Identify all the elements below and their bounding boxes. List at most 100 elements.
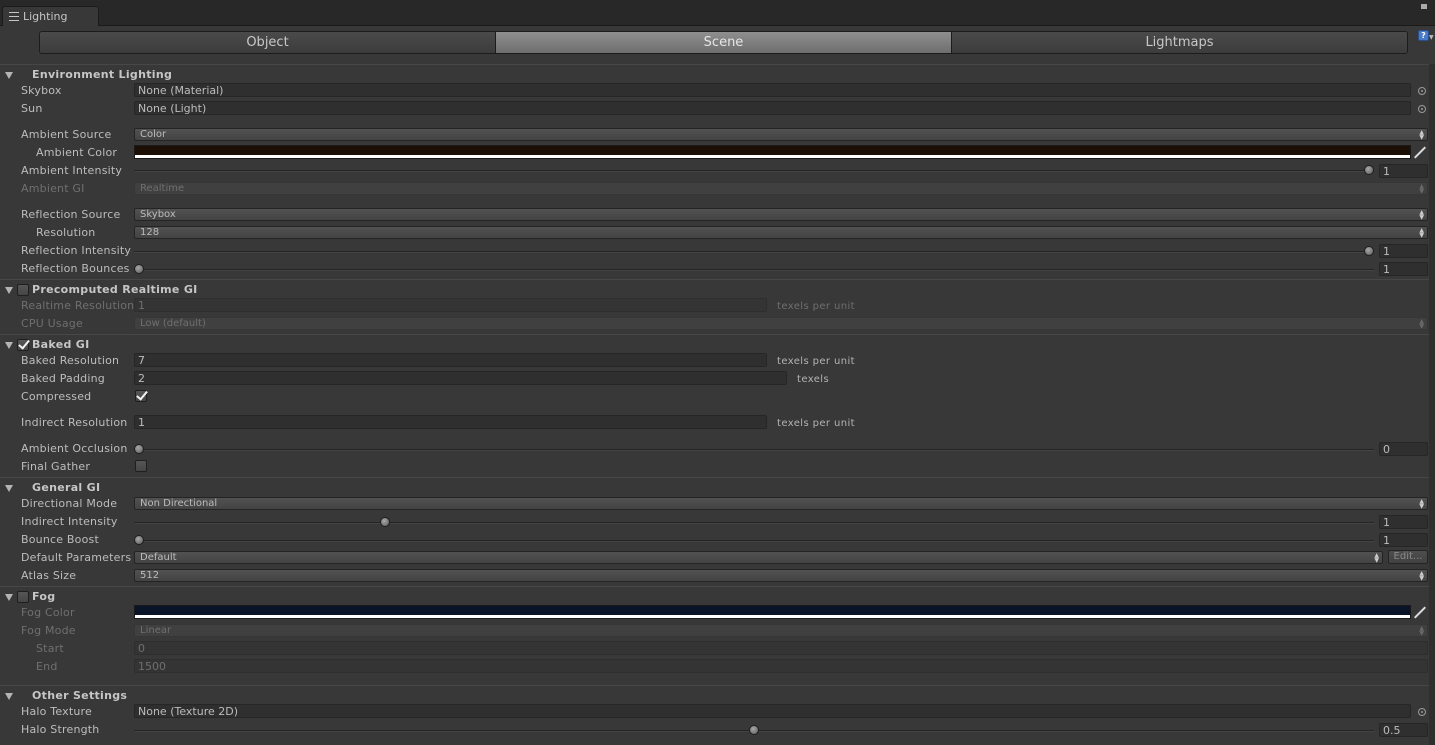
section-title: Precomputed Realtime GI <box>32 283 198 296</box>
baked-gi-toggle[interactable] <box>17 339 29 351</box>
object-picker-icon[interactable] <box>1418 105 1426 113</box>
indirect-resolution-input[interactable]: 1 <box>134 415 767 429</box>
bounce-boost-slider[interactable] <box>134 535 1374 545</box>
mode-toolbar: Object Scene Lightmaps <box>39 31 1408 54</box>
indirect-intensity-slider[interactable] <box>134 517 1374 527</box>
dropdown-arrow-icon: ▲ ▼ <box>1419 570 1424 582</box>
default-parameters-dropdown[interactable]: Default ▲ ▼ <box>134 551 1383 564</box>
default-parameters-label: Default Parameters <box>21 551 132 564</box>
reflection-source-dropdown[interactable]: Skybox ▲ ▼ <box>134 208 1428 221</box>
scrollbar[interactable] <box>1429 64 1435 745</box>
window-tab-lighting[interactable]: Lighting <box>2 6 99 26</box>
precomputed-gi-toggle[interactable] <box>17 284 29 296</box>
tab-lightmaps[interactable]: Lightmaps <box>952 32 1407 53</box>
object-picker-icon[interactable] <box>1418 708 1426 716</box>
section-precomputed-realtime-gi[interactable]: Precomputed Realtime GI <box>0 282 1435 298</box>
baked-padding-input[interactable]: 2 <box>134 371 787 385</box>
eyedropper-icon[interactable] <box>1413 145 1427 159</box>
divider <box>0 586 1435 587</box>
divider <box>0 477 1435 478</box>
ambient-intensity-slider[interactable] <box>134 165 1374 175</box>
reflection-bounces-slider[interactable] <box>134 264 1374 274</box>
halo-texture-field[interactable]: None (Texture 2D) <box>134 704 1411 718</box>
fog-toggle[interactable] <box>17 591 29 603</box>
slider-knob[interactable] <box>1364 246 1374 256</box>
ambient-occlusion-slider[interactable] <box>134 444 1374 454</box>
slider-knob[interactable] <box>134 535 144 545</box>
ambient-occlusion-label: Ambient Occlusion <box>21 442 128 455</box>
ambient-intensity-input[interactable]: 1 <box>1379 164 1428 178</box>
foldout-arrow-icon[interactable] <box>5 72 13 79</box>
bounce-boost-label: Bounce Boost <box>21 533 99 546</box>
section-environment-lighting[interactable]: Environment Lighting <box>0 67 1435 83</box>
halo-strength-slider[interactable] <box>134 725 1374 735</box>
help-icon[interactable]: ? <box>1418 30 1429 41</box>
foldout-arrow-icon[interactable] <box>5 485 13 492</box>
ambient-source-dropdown[interactable]: Color ▲ ▼ <box>134 128 1428 141</box>
directional-mode-label: Directional Mode <box>21 497 118 510</box>
edit-parameters-button[interactable]: Edit... <box>1388 550 1428 564</box>
tab-object[interactable]: Object <box>40 32 496 53</box>
section-title: Fog <box>32 590 56 603</box>
baked-padding-unit: texels <box>797 374 830 385</box>
foldout-arrow-icon[interactable] <box>5 693 13 700</box>
halo-strength-input[interactable]: 0.5 <box>1379 723 1428 737</box>
foldout-arrow-icon[interactable] <box>5 342 13 349</box>
fog-start-input: 0 <box>134 641 1428 655</box>
resolution-label: Resolution <box>36 226 96 239</box>
ambient-source-label: Ambient Source <box>21 128 112 141</box>
reflection-intensity-slider[interactable] <box>134 246 1374 256</box>
skybox-field[interactable]: None (Material) <box>134 83 1411 97</box>
compressed-checkbox[interactable] <box>135 390 147 402</box>
ambient-color-field[interactable] <box>134 145 1411 159</box>
section-title: Other Settings <box>32 689 128 702</box>
slider-knob[interactable] <box>1364 165 1374 175</box>
section-general-gi[interactable]: General GI <box>0 480 1435 496</box>
realtime-resolution-input: 1 <box>134 298 767 312</box>
foldout-arrow-icon[interactable] <box>5 594 13 601</box>
window-titlebar: Lighting <box>0 0 1435 26</box>
sun-field[interactable]: None (Light) <box>134 101 1411 115</box>
resolution-dropdown[interactable]: 128 ▲ ▼ <box>134 226 1428 239</box>
baked-resolution-input[interactable]: 7 <box>134 353 767 367</box>
section-other-settings[interactable]: Other Settings <box>0 688 1435 704</box>
baked-resolution-unit: texels per unit <box>777 356 855 367</box>
dropdown-arrow-icon: ▲ ▼ <box>1419 209 1424 221</box>
final-gather-checkbox[interactable] <box>135 460 147 472</box>
reflection-intensity-input[interactable]: 1 <box>1379 244 1428 258</box>
skybox-label: Skybox <box>21 84 62 97</box>
slider-knob[interactable] <box>134 444 144 454</box>
object-picker-icon[interactable] <box>1418 87 1426 95</box>
ambient-occlusion-input[interactable]: 0 <box>1379 442 1428 456</box>
dropdown-arrow-icon: ▲ ▼ <box>1419 498 1424 510</box>
bounce-boost-input[interactable]: 1 <box>1379 533 1428 547</box>
dropdown-arrow-icon: ▲ ▼ <box>1419 625 1424 637</box>
indirect-intensity-label: Indirect Intensity <box>21 515 118 528</box>
atlas-size-dropdown[interactable]: 512 ▲ ▼ <box>134 569 1428 582</box>
slider-knob[interactable] <box>749 725 759 735</box>
slider-knob[interactable] <box>134 264 144 274</box>
dropdown-arrow-icon: ▲ ▼ <box>1419 318 1424 330</box>
divider <box>0 685 1435 686</box>
dropdown-arrow-icon: ▲ ▼ <box>1374 552 1379 564</box>
cpu-usage-dropdown: Low (default) ▲ ▼ <box>134 317 1428 330</box>
final-gather-label: Final Gather <box>21 460 91 473</box>
ambient-intensity-label: Ambient Intensity <box>21 164 123 177</box>
window-menu-icon[interactable] <box>1421 4 1427 9</box>
ambient-color-label: Ambient Color <box>36 146 118 159</box>
reflection-bounces-input[interactable]: 1 <box>1379 262 1428 276</box>
cpu-usage-label: CPU Usage <box>21 317 83 330</box>
indirect-intensity-input[interactable]: 1 <box>1379 515 1428 529</box>
slider-knob[interactable] <box>380 517 390 527</box>
halo-texture-label: Halo Texture <box>21 705 92 718</box>
settings-dropdown-icon[interactable]: ▼ <box>1429 34 1434 41</box>
realtime-resolution-unit: texels per unit <box>777 301 855 312</box>
foldout-arrow-icon[interactable] <box>5 287 13 294</box>
section-fog[interactable]: Fog <box>0 589 1435 605</box>
ambient-gi-label: Ambient GI <box>21 182 85 195</box>
baked-resolution-label: Baked Resolution <box>21 354 120 367</box>
section-baked-gi[interactable]: Baked GI <box>0 337 1435 353</box>
directional-mode-dropdown[interactable]: Non Directional ▲ ▼ <box>134 497 1428 510</box>
reflection-intensity-label: Reflection Intensity <box>21 244 132 257</box>
tab-scene[interactable]: Scene <box>496 32 952 53</box>
